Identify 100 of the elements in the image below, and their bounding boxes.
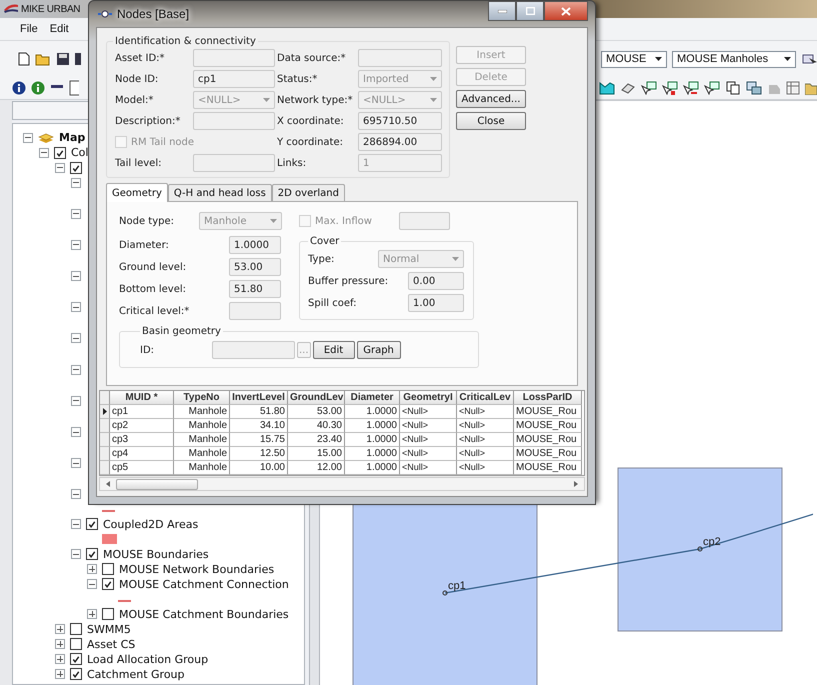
expand-toggle[interactable] [71,302,81,312]
info-icon[interactable] [12,81,26,95]
text-field[interactable] [212,341,295,359]
layer-name[interactable]: Catchment Group [87,668,185,681]
layer-checkbox[interactable] [102,563,114,576]
menu-item[interactable]: File [18,22,40,36]
select-node-icon[interactable] [704,81,720,95]
column-header[interactable]: LossParID [514,391,582,405]
action-button[interactable]: Advanced... [456,90,526,108]
expand-toggle[interactable] [55,654,65,664]
row-selector[interactable] [100,405,110,419]
layer-name[interactable]: MOUSE Boundaries [103,548,209,561]
action-button[interactable]: Close [456,112,526,130]
select-node-icon[interactable] [683,81,699,95]
frame-tool-icon[interactable] [69,80,79,96]
save-icon[interactable] [56,52,70,66]
layer-name[interactable]: Map [59,131,86,144]
save-all-icon[interactable] [75,52,81,66]
text-field[interactable] [193,154,275,172]
layer-dropdown[interactable]: MOUSE Manholes [672,50,796,68]
tab[interactable]: Q-H and head loss [168,184,272,201]
text-field[interactable]: 695710.50 [358,112,442,130]
expand-toggle[interactable] [87,609,97,620]
text-field[interactable]: cp1 [193,70,275,88]
expand-toggle[interactable] [71,427,81,437]
column-header[interactable]: MUID * [110,391,174,405]
scroll-right-icon[interactable] [574,481,578,487]
layer-name[interactable]: Coupled2D Areas [103,518,198,531]
expand-toggle[interactable] [71,519,81,530]
layers-icon[interactable] [746,81,762,95]
text-field[interactable] [193,112,275,130]
column-header[interactable]: TypeNo [174,391,230,405]
minimize-button[interactable] [488,1,516,21]
expand-toggle[interactable] [55,624,65,634]
text-field[interactable]: 53.00 [229,258,281,276]
expand-toggle[interactable] [39,148,49,158]
expand-toggle[interactable] [71,549,81,560]
close-button[interactable] [544,1,588,21]
expand-toggle[interactable] [71,489,81,500]
layer-checkbox[interactable] [70,162,82,174]
layer-checkbox[interactable] [70,623,82,636]
column-header[interactable]: Diameter [345,391,400,405]
folder-icon[interactable] [805,81,817,95]
text-field[interactable]: 1.00 [408,294,464,312]
expand-toggle[interactable] [71,208,81,219]
open-folder-icon[interactable] [35,52,51,66]
expand-toggle[interactable] [55,669,65,680]
column-header[interactable]: InvertLevel [230,391,288,405]
layer-checkbox[interactable] [70,638,82,650]
text-field[interactable] [193,49,275,67]
action-button[interactable]: Graph [356,341,401,359]
layer-name[interactable]: Col [71,146,88,159]
scroll-left-icon[interactable] [106,481,110,487]
expand-toggle[interactable] [55,639,65,650]
horizontal-scrollbar[interactable] [99,477,585,491]
column-header[interactable]: CriticalLev [457,391,514,405]
layer-checkbox[interactable] [70,668,82,680]
layer-name[interactable]: SWMM5 [87,622,131,636]
layer-dropdown[interactable]: MOUSE [601,50,667,68]
select-node-icon[interactable] [641,81,657,95]
maximize-button[interactable] [516,1,544,21]
layer-name[interactable]: Asset CS [87,638,136,651]
new-file-icon[interactable] [18,52,30,66]
info-icon[interactable] [31,81,45,95]
layer-name[interactable]: MOUSE Catchment Boundaries [119,608,289,621]
tab[interactable]: 2D overland [272,184,345,201]
layer-name[interactable]: Load Allocation Group [87,652,208,666]
text-field[interactable]: 286894.00 [358,133,442,151]
table-icon[interactable] [786,81,800,95]
polygon-tool-icon[interactable] [599,81,615,95]
layer-checkbox[interactable] [86,548,98,560]
select-node-icon[interactable] [662,81,678,95]
scroll-thumb[interactable] [116,478,198,490]
text-field[interactable] [229,302,281,320]
column-header[interactable]: GeometryI [400,391,457,405]
column-header[interactable]: GroundLev [288,391,345,405]
expand-toggle[interactable] [71,458,81,468]
expand-toggle[interactable] [71,396,81,406]
layer-tool-icon[interactable] [801,52,817,66]
text-field[interactable] [358,49,442,67]
layer-checkbox[interactable] [70,653,82,666]
tab[interactable]: Geometry [106,183,168,202]
expand-toggle[interactable] [87,579,97,590]
layer-name[interactable]: MOUSE Network Boundaries [119,562,274,576]
expand-toggle[interactable] [71,178,81,188]
expand-toggle[interactable] [71,333,81,344]
menu-item[interactable]: Edit [48,22,71,36]
expand-toggle[interactable] [87,564,97,574]
text-field[interactable]: 0.00 [408,272,464,290]
copy-icon[interactable] [725,81,741,95]
expand-toggle[interactable] [71,240,81,250]
text-field[interactable]: 51.80 [229,280,281,298]
expand-toggle[interactable] [71,364,81,375]
action-button[interactable]: Edit [312,341,355,359]
layer-checkbox[interactable] [102,608,114,620]
text-field[interactable]: 1.0000 [229,236,281,254]
layer-checkbox[interactable] [86,518,98,530]
expand-toggle[interactable] [71,271,81,282]
layer-name[interactable]: MOUSE Catchment Connection [119,578,289,591]
text-field[interactable] [399,212,450,230]
